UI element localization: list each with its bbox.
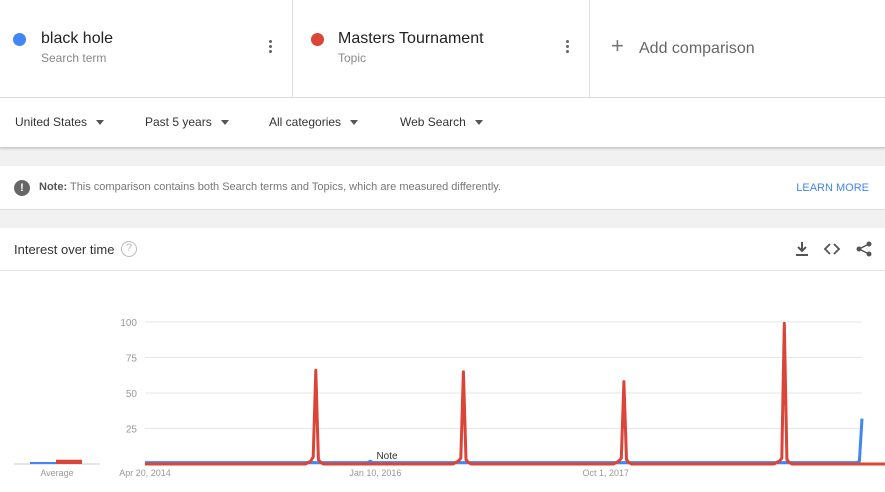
learn-more-link[interactable]: LEARN MORE (796, 182, 869, 194)
y-tick-label: 25 (126, 425, 138, 436)
region-value: United States (15, 115, 88, 129)
search-property-value: Web Search (400, 115, 466, 129)
term-type: Topic (338, 51, 367, 65)
average-bar (30, 462, 56, 464)
add-comparison-button[interactable]: + Add comparison (590, 0, 885, 98)
region-dropdown[interactable]: United States (15, 115, 105, 129)
search-property-dropdown[interactable]: Web Search (400, 115, 483, 129)
series-color-dot (311, 33, 324, 46)
term-name[interactable]: Masters Tournament (338, 30, 484, 48)
time-range-value: Past 5 years (145, 115, 212, 129)
x-tick-label: Jan 10, 2016 (349, 468, 401, 478)
dropdown-caret-icon (96, 120, 105, 126)
more-options-icon[interactable] (269, 40, 273, 55)
dropdown-caret-icon (350, 120, 359, 126)
interest-chart: 25 50 75 100 Apr 20, 2014 Jan 10, 2016 Oct 1, … (14, 318, 885, 478)
exclamation-icon: ! (14, 180, 30, 196)
filters-bar: United States Past 5 years All categorie… (0, 98, 885, 148)
term-name[interactable]: black hole (41, 30, 113, 48)
time-range-dropdown[interactable]: Past 5 years (145, 115, 229, 129)
term-card-masters[interactable]: Masters Tournament Topic (293, 0, 590, 98)
x-tick-label: Oct 1, 2017 (582, 468, 629, 478)
dropdown-caret-icon (474, 120, 483, 126)
category-value: All categories (269, 115, 342, 129)
dropdown-caret-icon (220, 120, 229, 126)
term-type: Search term (41, 51, 107, 65)
category-dropdown[interactable]: All categories (269, 115, 359, 129)
comparison-terms-bar: black hole Search term Masters Tournamen… (0, 0, 885, 98)
series-color-dot (13, 33, 26, 46)
x-tick-label: Apr 20, 2014 (119, 468, 171, 478)
y-tick-label: 75 (126, 354, 138, 365)
series-line (145, 418, 864, 465)
y-tick-label: 50 (126, 389, 138, 400)
note-banner: ! Note: This comparison contains both Se… (0, 166, 885, 210)
average-label: Average (40, 468, 73, 478)
average-bar (56, 459, 82, 464)
term-card-black-hole[interactable]: black hole Search term (0, 0, 293, 98)
note-label: Note: (39, 181, 68, 193)
add-comparison-label: Add comparison (639, 40, 755, 57)
note-text: Note: This comparison contains both Sear… (39, 181, 501, 193)
chart-note-annotation: Note (376, 451, 398, 462)
note-message: This comparison contains both Search ter… (69, 181, 502, 193)
series-line (145, 321, 885, 466)
plus-icon: + (611, 33, 624, 58)
more-options-icon[interactable] (566, 40, 570, 55)
y-tick-label: 100 (120, 318, 137, 329)
interest-over-time-card: Interest over time ? 25 50 75 100 Apr 20, 20… (0, 228, 885, 492)
